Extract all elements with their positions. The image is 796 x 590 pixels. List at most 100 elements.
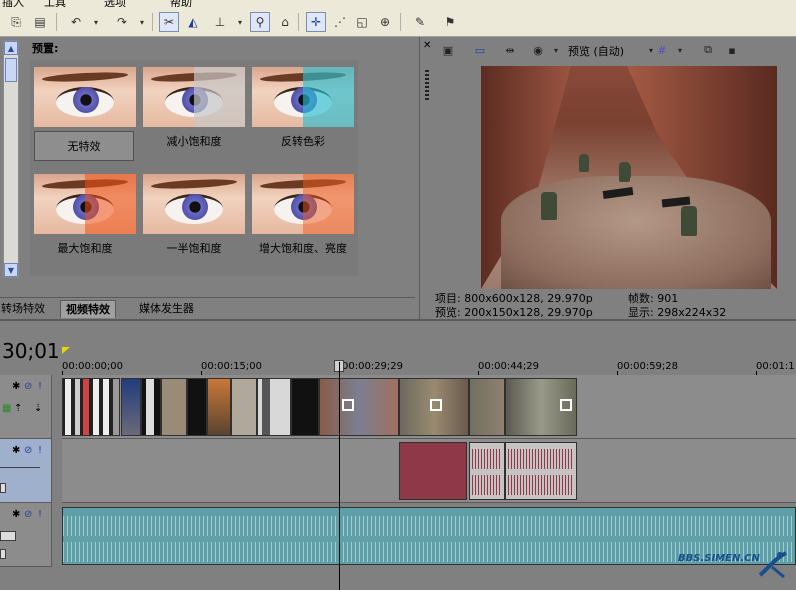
properties-icon[interactable]: ▣ (439, 41, 457, 59)
soldier-figure (541, 192, 557, 220)
split-icon[interactable]: ⚑ (440, 12, 460, 32)
cut-icon[interactable]: ⎘ (6, 12, 26, 32)
track-fx-icon[interactable]: ✱ (12, 381, 20, 392)
mute-icon[interactable]: ⊘ (24, 445, 32, 456)
preset-item[interactable]: 一半饱和度 (141, 172, 247, 276)
video-clip[interactable] (505, 378, 577, 436)
undo-icon[interactable]: ↶ (66, 12, 86, 32)
video-clip[interactable] (161, 378, 187, 436)
audio-clip[interactable] (399, 442, 467, 500)
video-clip[interactable] (469, 378, 505, 436)
video-clip[interactable] (399, 378, 469, 436)
eye-thumbnail (34, 67, 136, 127)
video-clip[interactable] (291, 378, 319, 436)
window-tabs: 转场特效 视频特效 媒体发生器 (0, 297, 415, 318)
music-track-header[interactable]: ✱ ⊘ ! (0, 503, 52, 567)
preset-item[interactable]: 反转色彩 (250, 65, 356, 169)
project-info: 项目: 800x600x128, 29.970p 预览: 200x150x128… (435, 292, 593, 320)
edit-tool-icon[interactable]: ✛ (306, 12, 326, 32)
time-ruler[interactable]: 00:00:00;00 00:00:15;00 00:00:29;29 00:0… (62, 345, 796, 375)
audio-clip[interactable] (469, 442, 505, 500)
envelope-tool-icon[interactable]: ⋰ (330, 12, 350, 32)
frames-line: 帧数: 901 (628, 292, 679, 305)
redo-icon[interactable]: ↷ (112, 12, 132, 32)
marker-icon[interactable]: ⊥ (210, 12, 230, 32)
preset-item[interactable]: 减小饱和度 (141, 65, 247, 169)
audio-track-header[interactable]: ✱ ⊘ ! (0, 439, 52, 503)
paste-icon[interactable]: ▤ (30, 12, 50, 32)
pan-slider[interactable] (0, 549, 6, 559)
scroll-down-icon[interactable]: ▼ (4, 263, 18, 277)
tab-video-effects[interactable]: 视频特效 (60, 300, 116, 318)
ruler-label: 00:00:00;00 (62, 361, 124, 372)
envelope-icon[interactable]: ◭ (183, 12, 203, 32)
grid-icon[interactable]: # (653, 41, 671, 59)
mute-icon[interactable]: ⊘ (24, 509, 32, 520)
zoom-tool-icon[interactable]: ⊕ (375, 12, 395, 32)
composite-icon[interactable]: ▦ (2, 403, 11, 414)
pan-crop-icon[interactable] (560, 399, 572, 411)
solo-icon[interactable]: ! (38, 381, 42, 392)
preset-item[interactable]: 最大饱和度 (32, 172, 138, 276)
ripple-icon[interactable]: ⚲ (250, 12, 270, 32)
parent-up-icon[interactable]: ⇡ (14, 403, 22, 414)
panel-grip-icon[interactable] (425, 70, 429, 100)
scroll-thumb[interactable] (5, 58, 17, 82)
menu-insert[interactable]: 插入 (2, 0, 24, 7)
audio-clip[interactable] (505, 442, 577, 500)
video-clip[interactable] (62, 378, 120, 436)
erase-icon[interactable]: ✎ (410, 12, 430, 32)
playhead-cursor[interactable] (339, 362, 340, 590)
preset-item[interactable]: 增大饱和度、亮度 (250, 172, 356, 276)
video-clip[interactable] (121, 378, 141, 436)
overlay-dropdown-icon[interactable]: ▾ (547, 41, 565, 59)
video-clip[interactable] (319, 378, 399, 436)
snap-icon[interactable]: ✂ (159, 12, 179, 32)
volume-slider[interactable] (0, 483, 6, 493)
undo-dropdown-icon[interactable]: ▾ (86, 12, 106, 32)
track-fx-icon[interactable]: ✱ (12, 445, 20, 456)
close-icon[interactable]: ✕ (423, 40, 431, 51)
solo-icon[interactable]: ! (38, 445, 42, 456)
track-fx-icon[interactable]: ✱ (12, 509, 20, 520)
ruler-label: 00:00:59;28 (617, 361, 679, 372)
preview-quality-select[interactable]: 预览 (自动) (568, 43, 624, 59)
split-screen-icon[interactable]: ⇹ (501, 41, 519, 59)
copy-snapshot-icon[interactable]: ⧉ (699, 41, 717, 59)
video-clip[interactable] (207, 378, 231, 436)
child-down-icon[interactable]: ⇣ (34, 403, 42, 414)
menu-options[interactable]: 选项 (104, 0, 126, 7)
pan-crop-icon[interactable] (430, 399, 442, 411)
pan-crop-icon[interactable] (342, 399, 354, 411)
menu-tools[interactable]: 工具 (44, 0, 66, 7)
video-track-header[interactable]: ✱ ⊘ ! ▦ ⇡ ⇣ (0, 375, 52, 439)
video-clip[interactable] (187, 378, 207, 436)
marker-dropdown-icon[interactable]: ▾ (230, 12, 250, 32)
video-clip[interactable] (141, 378, 161, 436)
grid-dropdown-icon[interactable]: ▾ (671, 41, 689, 59)
volume-slider[interactable] (0, 531, 16, 541)
solo-icon[interactable]: ! (38, 509, 42, 520)
eye-thumbnail (143, 67, 245, 127)
save-snapshot-icon[interactable]: ▪ (723, 41, 741, 59)
redo-dropdown-icon[interactable]: ▾ (132, 12, 152, 32)
menu-help[interactable]: 帮助 (170, 0, 192, 7)
preset-item[interactable]: 无特效 (32, 65, 138, 169)
video-clip[interactable] (231, 378, 257, 436)
external-monitor-icon[interactable]: ▭ (471, 41, 489, 59)
preset-label: 反转色彩 (281, 135, 325, 148)
tab-transitions[interactable]: 转场特效 (0, 300, 50, 318)
overlay-icon[interactable]: ◉ (529, 41, 547, 59)
scroll-up-icon[interactable]: ▲ (4, 41, 18, 55)
mute-icon[interactable]: ⊘ (24, 381, 32, 392)
display-line: 显示: 298x224x32 (628, 306, 727, 319)
preset-grid: 无特效 减小饱和度 反转色彩 最大饱和度 一半饱和度 增大饱和度、亮度 (30, 60, 358, 276)
soldier-figure (624, 164, 631, 178)
effects-scrollbar[interactable]: ▲ ▼ (3, 40, 19, 278)
ruler-label: 00:00:44;29 (478, 361, 540, 372)
tab-media-generators[interactable]: 媒体发生器 (134, 300, 199, 318)
selection-tool-icon[interactable]: ◱ (352, 12, 372, 32)
preset-label: 一半饱和度 (166, 242, 222, 255)
lock-icon[interactable]: ⌂ (275, 12, 295, 32)
video-clip[interactable] (257, 378, 291, 436)
